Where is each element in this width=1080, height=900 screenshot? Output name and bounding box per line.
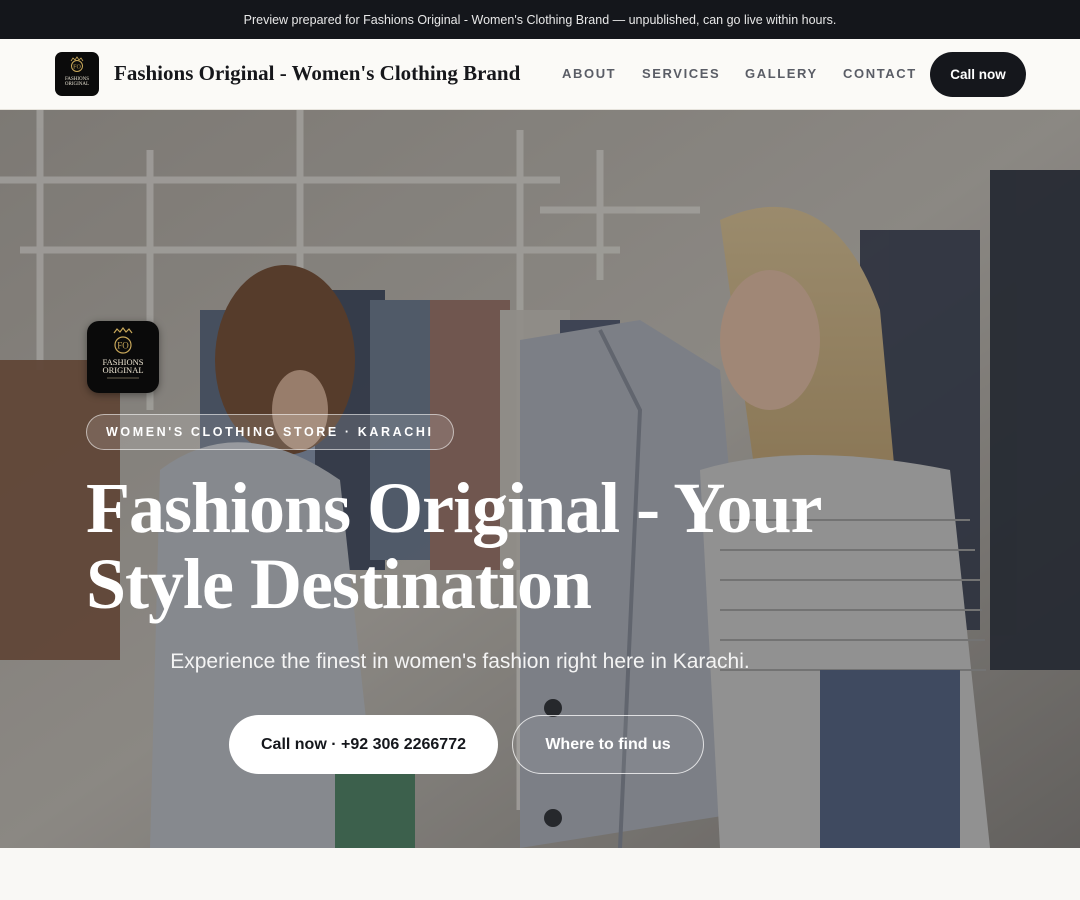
nav-link-services[interactable]: SERVICES [642, 66, 720, 81]
site-header: FO FASHIONS ORIGINAL Fashions Original -… [0, 39, 1080, 110]
hero-logo: FO FASHIONS ORIGINAL [87, 321, 159, 393]
nav-link-about[interactable]: ABOUT [562, 66, 616, 81]
hero-logo-line2: ORIGINAL [102, 365, 143, 375]
hero-eyebrow-pill: WOMEN'S CLOTHING STORE · KARACHI [86, 414, 454, 450]
next-section [0, 848, 1080, 900]
hero-logo-monogram: FO [117, 341, 129, 351]
find-us-button[interactable]: Where to find us [512, 715, 704, 774]
announcement-text: Preview prepared for Fashions Original -… [243, 12, 837, 27]
nav-link-gallery[interactable]: GALLERY [745, 66, 818, 81]
announcement-bar: Preview prepared for Fashions Original -… [0, 0, 1080, 39]
brand-logo-line2: ORIGINAL [65, 82, 89, 87]
brand-logo-monogram: FO [73, 65, 81, 71]
call-phone-button[interactable]: Call now · +92 306 2266772 [229, 715, 498, 774]
brand-logo[interactable]: FO FASHIONS ORIGINAL [55, 52, 99, 96]
hero-subtitle: Experience the finest in women's fashion… [170, 650, 750, 673]
hero-section: FO FASHIONS ORIGINAL WOMEN'S CLOTHING ST… [0, 110, 1080, 848]
call-now-button[interactable]: Call now [930, 52, 1026, 97]
brand-name[interactable]: Fashions Original - Women's Clothing Bra… [114, 61, 520, 86]
hero-title: Fashions Original - Your Style Destinati… [86, 468, 821, 624]
nav-link-contact[interactable]: CONTACT [843, 66, 917, 81]
